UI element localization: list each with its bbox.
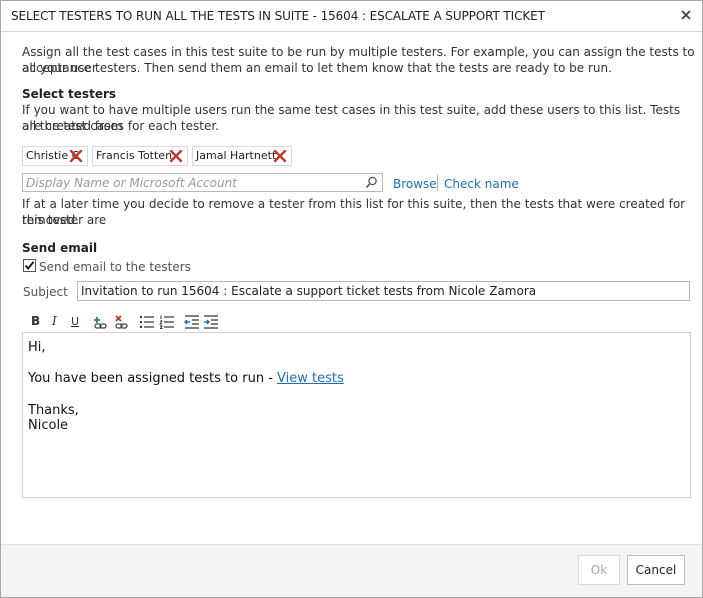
email-assigned-text: You have been assigned tests to run - [28, 371, 278, 386]
remove-note-line-1: If at a later time you decide to remove … [22, 197, 686, 227]
subject-input[interactable]: Invitation to run 15604 : Escalate a sup… [77, 281, 690, 301]
select-testers-desc-2: all the test cases for each tester. [22, 119, 219, 133]
dialog-title: SELECT TESTERS TO RUN ALL THE TESTS IN S… [11, 9, 545, 23]
numbered-list-icon[interactable] [159, 314, 175, 330]
subject-label: Subject [23, 285, 68, 299]
tester-chip: Francis Totten [92, 146, 188, 166]
checkmark-icon [24, 261, 35, 270]
dialog-titlebar: SELECT TESTERS TO RUN ALL THE TESTS IN S… [1, 1, 702, 32]
ok-button[interactable]: Ok [578, 555, 620, 585]
bulleted-list-icon-glyph [140, 316, 154, 328]
remove-tester-icon[interactable] [169, 149, 183, 163]
italic-icon-letter: I [52, 314, 57, 328]
bulleted-list-icon[interactable] [139, 314, 155, 330]
bold-icon[interactable]: B [31, 314, 47, 330]
insert-link-icon[interactable] [93, 314, 109, 330]
decrease-indent-icon-glyph [184, 315, 199, 329]
decrease-indent-icon[interactable] [184, 314, 200, 330]
remove-tester-icon[interactable] [69, 149, 83, 163]
tester-chip-name: Jamal Hartnett [196, 149, 277, 162]
close-icon-glyph [681, 10, 691, 20]
identity-picker-input[interactable]: Display Name or Microsoft Account [22, 173, 383, 192]
tester-chip: Christie C [22, 146, 88, 166]
select-testers-heading: Select testers [22, 87, 117, 101]
increase-indent-icon[interactable] [203, 314, 219, 330]
email-assigned-line: You have been assigned tests to run - Vi… [28, 371, 344, 386]
underline-icon[interactable]: U [71, 314, 87, 330]
numbered-list-icon-glyph [159, 315, 174, 329]
identity-picker-placeholder: Display Name or Microsoft Account [26, 176, 237, 190]
check-name-link[interactable]: Check name [444, 176, 519, 192]
send-email-checkbox[interactable] [23, 259, 36, 272]
email-signature: Nicole [28, 418, 69, 433]
increase-indent-icon-glyph [204, 315, 218, 329]
email-closing: Thanks, [28, 403, 79, 418]
italic-icon[interactable]: I [52, 314, 68, 330]
cancel-button[interactable]: Cancel [627, 555, 685, 585]
insert-link-icon-glyph [94, 317, 107, 329]
remove-link-icon-glyph [115, 315, 128, 329]
intro-line-2: acceptance testers. Then send them an em… [22, 61, 612, 75]
search-icon[interactable] [365, 176, 378, 189]
remove-tester-icon[interactable] [273, 149, 287, 163]
tester-chip-name: Francis Totten [96, 149, 173, 162]
bold-icon-letter: B [31, 314, 41, 328]
email-body-editor[interactable]: Hi, You have been assigned tests to run … [22, 332, 691, 498]
send-email-heading: Send email [22, 241, 98, 255]
view-tests-link[interactable]: View tests [277, 371, 344, 386]
email-greeting: Hi, [28, 340, 46, 355]
remove-link-icon[interactable] [114, 314, 130, 330]
select-testers-dialog: SELECT TESTERS TO RUN ALL THE TESTS IN S… [0, 0, 703, 598]
underline-icon-letter: U [71, 315, 80, 328]
tester-chip: Jamal Hartnett [192, 146, 292, 166]
browse-link[interactable]: Browse [393, 176, 437, 192]
link-separator [437, 175, 438, 191]
close-icon[interactable] [679, 7, 693, 23]
send-email-checkbox-label[interactable]: Send email to the testers [39, 259, 191, 275]
remove-note-line-2: removed. [22, 213, 79, 227]
